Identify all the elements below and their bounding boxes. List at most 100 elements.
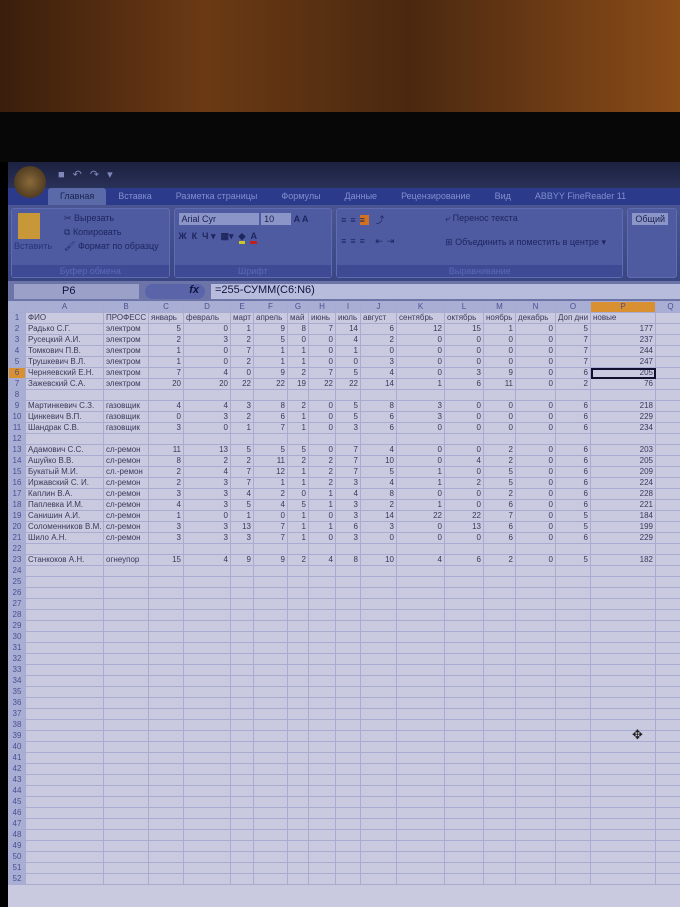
cell-K40[interactable]	[396, 741, 445, 753]
cell-G22[interactable]	[287, 543, 309, 555]
cell-F3[interactable]: 5	[253, 334, 288, 346]
cell-B29[interactable]	[103, 620, 149, 632]
cell-K1[interactable]: сентябрь	[396, 312, 445, 324]
cell-M38[interactable]	[483, 719, 516, 731]
cell-P50[interactable]	[590, 851, 656, 863]
cell-H12[interactable]	[308, 433, 336, 445]
cell-I29[interactable]	[335, 620, 361, 632]
row-header-33[interactable]: 33	[8, 664, 26, 676]
cell-H51[interactable]	[308, 862, 336, 874]
cell-M28[interactable]	[483, 609, 516, 621]
cell-P33[interactable]	[590, 664, 656, 676]
cell-L30[interactable]	[444, 631, 484, 643]
cell-H4[interactable]: 0	[308, 345, 336, 357]
cell-M9[interactable]: 0	[483, 400, 516, 412]
cell-F33[interactable]	[253, 664, 288, 676]
cell-I1[interactable]: июль	[335, 312, 361, 324]
cell-F6[interactable]: 9	[253, 367, 288, 379]
cell-E40[interactable]	[230, 741, 254, 753]
cell-L45[interactable]	[444, 796, 484, 808]
cell-N39[interactable]	[515, 730, 556, 742]
cell-N38[interactable]	[515, 719, 556, 731]
cell-N27[interactable]	[515, 598, 556, 610]
cell-N9[interactable]: 0	[515, 400, 556, 412]
cell-P9[interactable]: 218	[590, 400, 656, 412]
row-header-11[interactable]: 11	[8, 422, 26, 434]
cell-H37[interactable]	[308, 708, 336, 720]
cell-L4[interactable]: 0	[444, 345, 484, 357]
cell-P41[interactable]	[590, 752, 656, 764]
column-header-H[interactable]: H	[308, 301, 336, 313]
column-header-O[interactable]: O	[555, 301, 591, 313]
cell-P43[interactable]	[590, 774, 656, 786]
cell-A52[interactable]	[25, 873, 104, 885]
cell-J38[interactable]	[360, 719, 397, 731]
cell-K31[interactable]	[396, 642, 445, 654]
cell-K21[interactable]: 0	[396, 532, 445, 544]
cell-J30[interactable]	[360, 631, 397, 643]
cell-J51[interactable]	[360, 862, 397, 874]
cell-B7[interactable]: электром	[103, 378, 149, 390]
cell-J19[interactable]: 14	[360, 510, 397, 522]
cell-B21[interactable]: сл-ремон	[103, 532, 149, 544]
cell-F8[interactable]	[253, 389, 288, 401]
cell-M47[interactable]	[483, 818, 516, 830]
row-header-27[interactable]: 27	[8, 598, 26, 610]
cell-M48[interactable]	[483, 829, 516, 841]
cell-I19[interactable]: 3	[335, 510, 361, 522]
cell-D8[interactable]	[183, 389, 231, 401]
cell-K13[interactable]: 0	[396, 444, 445, 456]
cell-C15[interactable]: 2	[148, 466, 184, 478]
cell-K50[interactable]	[396, 851, 445, 863]
cell-A34[interactable]	[25, 675, 104, 687]
cell-N7[interactable]: 0	[515, 378, 556, 390]
tab-7[interactable]: ABBYY FineReader 11	[523, 188, 638, 205]
cell-H2[interactable]: 7	[308, 323, 336, 335]
cell-D12[interactable]	[183, 433, 231, 445]
cell-L50[interactable]	[444, 851, 484, 863]
cell-E49[interactable]	[230, 840, 254, 852]
cell-N31[interactable]	[515, 642, 556, 654]
cell-O13[interactable]: 6	[555, 444, 591, 456]
cell-E17[interactable]: 4	[230, 488, 254, 500]
cell-N33[interactable]	[515, 664, 556, 676]
cell-J32[interactable]	[360, 653, 397, 665]
cell-L31[interactable]	[444, 642, 484, 654]
cell-Q29[interactable]	[655, 620, 680, 632]
cell-M52[interactable]	[483, 873, 516, 885]
cell-F14[interactable]: 11	[253, 455, 288, 467]
cell-K3[interactable]: 0	[396, 334, 445, 346]
cell-L26[interactable]	[444, 587, 484, 599]
cell-D49[interactable]	[183, 840, 231, 852]
cell-I20[interactable]: 6	[335, 521, 361, 533]
cell-H15[interactable]: 2	[308, 466, 336, 478]
cell-Q22[interactable]	[655, 543, 680, 555]
cell-M41[interactable]	[483, 752, 516, 764]
cell-E11[interactable]: 1	[230, 422, 254, 434]
cell-I34[interactable]	[335, 675, 361, 687]
cell-J1[interactable]: август	[360, 312, 397, 324]
cell-N32[interactable]	[515, 653, 556, 665]
cell-O2[interactable]: 5	[555, 323, 591, 335]
cell-C8[interactable]	[148, 389, 184, 401]
cell-O27[interactable]	[555, 598, 591, 610]
cell-D44[interactable]	[183, 785, 231, 797]
cell-H39[interactable]	[308, 730, 336, 742]
cell-L43[interactable]	[444, 774, 484, 786]
cell-C35[interactable]	[148, 686, 184, 698]
cell-M42[interactable]	[483, 763, 516, 775]
cell-I48[interactable]	[335, 829, 361, 841]
cell-A6[interactable]: Черняевский Е.Н.	[25, 367, 104, 379]
cell-G50[interactable]	[287, 851, 309, 863]
cell-G44[interactable]	[287, 785, 309, 797]
cell-P22[interactable]	[590, 543, 656, 555]
cell-C36[interactable]	[148, 697, 184, 709]
cell-C11[interactable]: 3	[148, 422, 184, 434]
format-painter-button[interactable]: 🖌 Формат по образцу	[64, 241, 159, 252]
cell-K22[interactable]	[396, 543, 445, 555]
cell-B45[interactable]	[103, 796, 149, 808]
cell-F40[interactable]	[253, 741, 288, 753]
cell-G16[interactable]: 1	[287, 477, 309, 489]
cell-I2[interactable]: 14	[335, 323, 361, 335]
cell-P13[interactable]: 203	[590, 444, 656, 456]
